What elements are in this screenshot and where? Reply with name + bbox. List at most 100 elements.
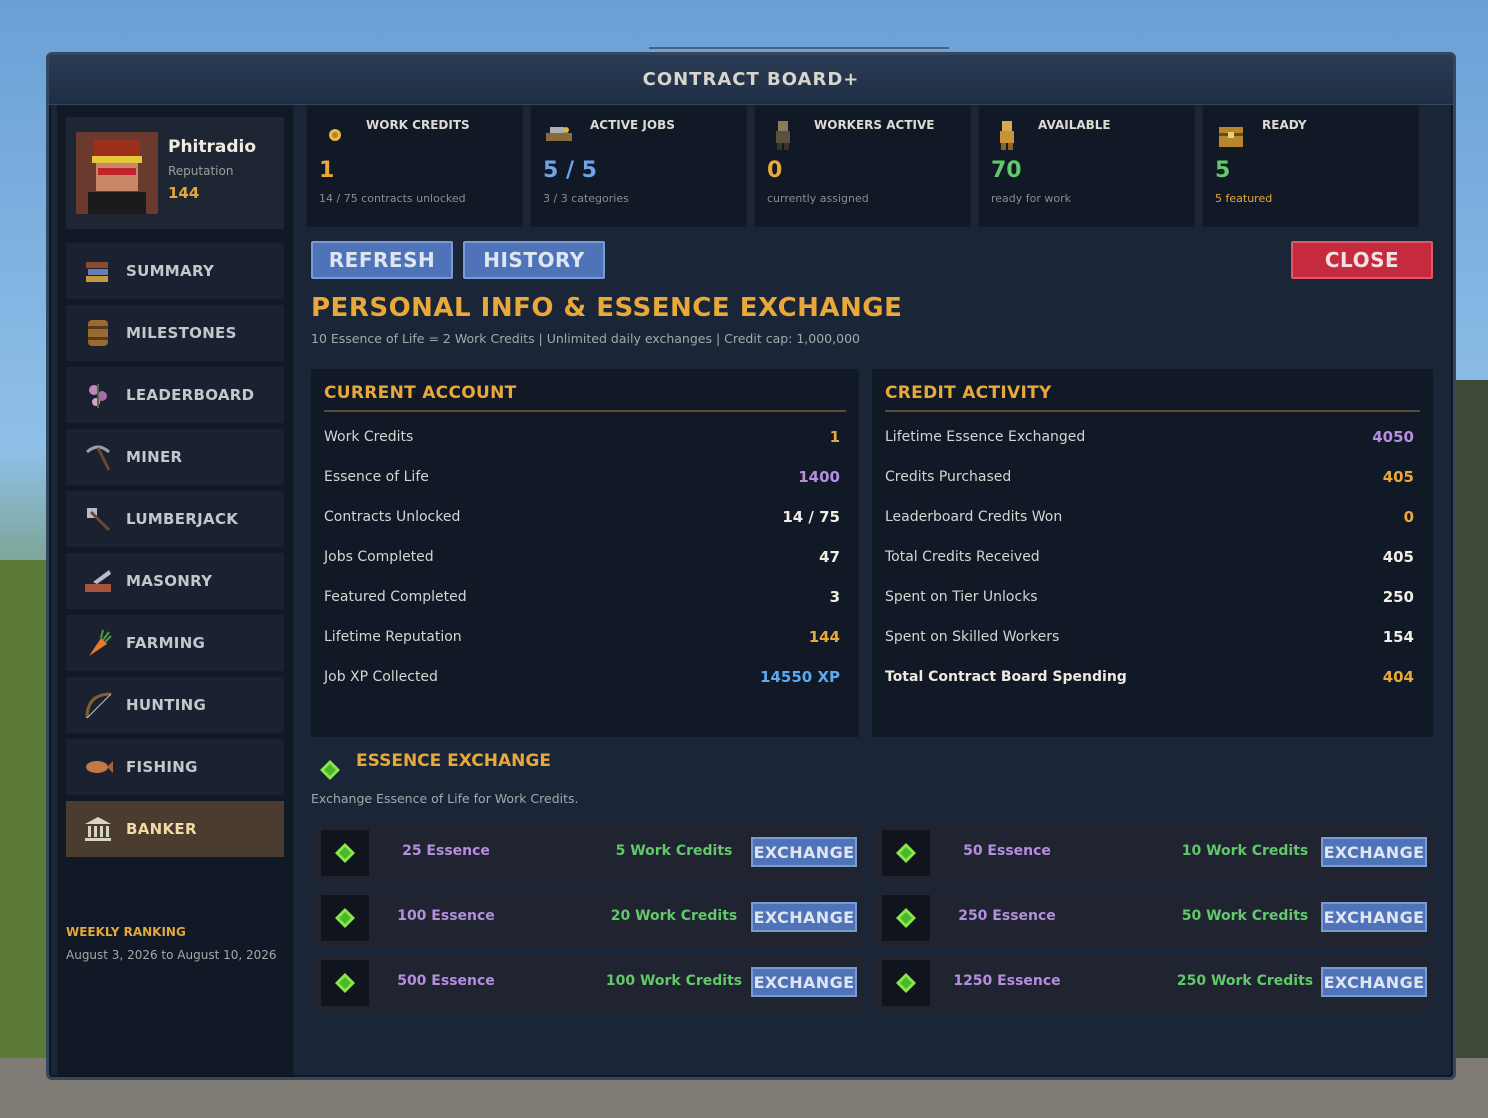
nav-item-summary[interactable]: SUMMARY — [66, 243, 284, 299]
stat-label: READY — [1262, 118, 1307, 132]
tools-icon — [543, 119, 575, 151]
row-value: 405 — [1382, 468, 1414, 486]
account-row: Lifetime Reputation 144 — [324, 626, 840, 648]
activity-row: Total Credits Received 405 — [885, 546, 1414, 568]
row-label: Essence of Life — [324, 469, 429, 485]
essence-gem-icon — [882, 960, 930, 1006]
row-value: 404 — [1382, 668, 1414, 686]
stat-subtext: ready for work — [991, 192, 1072, 205]
reputation-label: Reputation — [168, 164, 234, 178]
activity-row: Credits Purchased 405 — [885, 466, 1414, 488]
title-bar: CONTRACT BOARD+ — [49, 55, 1453, 105]
exchange-title: ESSENCE EXCHANGE — [356, 751, 551, 771]
profile-card: Phitradio Reputation 144 — [66, 117, 284, 229]
page-subtitle: 10 Essence of Life = 2 Work Credits | Un… — [311, 331, 860, 346]
stat-card-ready: READY 5 5 featured — [1203, 105, 1419, 227]
nav-item-banker[interactable]: BANKER — [66, 801, 284, 857]
worker-available-icon — [991, 119, 1023, 151]
stat-card-active-jobs: ACTIVE JOBS 5 / 5 3 / 3 categories — [531, 105, 747, 227]
flower-icon — [82, 379, 114, 411]
row-value: 154 — [1382, 628, 1414, 646]
row-value: 14550 XP — [760, 668, 840, 686]
row-value: 4050 — [1372, 428, 1414, 446]
panel-title: CURRENT ACCOUNT — [324, 383, 517, 403]
nav-item-milestones[interactable]: MILESTONES — [66, 305, 284, 361]
stat-card-work-credits: WORK CREDITS 1 14 / 75 contracts unlocke… — [307, 105, 523, 227]
exchange-button[interactable]: EXCHANGE — [1321, 902, 1427, 932]
account-row: Featured Completed 3 — [324, 586, 840, 608]
nav-item-fishing[interactable]: FISHING — [66, 739, 284, 795]
window-title: CONTRACT BOARD+ — [642, 69, 860, 90]
row-value: 47 — [819, 548, 840, 566]
close-button[interactable]: CLOSE — [1291, 241, 1433, 279]
refresh-button[interactable]: REFRESH — [311, 241, 453, 279]
row-value: 3 — [829, 588, 840, 606]
exchange-offer: 50 Essence 10 Work Credits EXCHANGE — [872, 825, 1433, 881]
stat-label: WORK CREDITS — [366, 118, 470, 132]
row-value: 144 — [808, 628, 840, 646]
stat-subtext: 14 / 75 contracts unlocked — [319, 192, 466, 205]
row-value: 14 / 75 — [782, 508, 840, 526]
essence-gem-icon — [320, 760, 340, 780]
nav-label: SUMMARY — [126, 262, 215, 280]
chest-icon — [1215, 119, 1247, 151]
coin-icon — [319, 119, 351, 151]
stat-value: 0 — [767, 158, 783, 183]
nav-item-masonry[interactable]: MASONRY — [66, 553, 284, 609]
nav-label: MINER — [126, 448, 183, 466]
essence-gem-icon — [882, 830, 930, 876]
exchange-button[interactable]: EXCHANGE — [1321, 967, 1427, 997]
nav-label: MASONRY — [126, 572, 213, 590]
row-label: Total Contract Board Spending — [885, 669, 1127, 685]
row-value: 1 — [829, 428, 840, 446]
account-row: Essence of Life 1400 — [324, 466, 840, 488]
essence-amount: 1250 Essence — [953, 973, 1061, 989]
nav-label: BANKER — [126, 820, 197, 838]
axe-icon — [82, 503, 114, 535]
stat-label: ACTIVE JOBS — [590, 118, 675, 132]
weekly-ranking-title: WEEKLY RANKING — [66, 925, 186, 939]
row-label: Spent on Skilled Workers — [885, 629, 1060, 645]
exchange-button[interactable]: EXCHANGE — [751, 837, 857, 867]
essence-amount: 250 Essence — [958, 908, 1056, 924]
credits-amount: 10 Work Credits — [1181, 843, 1309, 859]
exchange-button[interactable]: EXCHANGE — [751, 902, 857, 932]
barrel-icon — [82, 317, 114, 349]
essence-amount: 500 Essence — [397, 973, 495, 989]
current-account-panel: CURRENT ACCOUNT Work Credits 1 Essence o… — [311, 369, 859, 737]
nav-item-hunting[interactable]: HUNTING — [66, 677, 284, 733]
activity-row: Leaderboard Credits Won 0 — [885, 506, 1414, 528]
row-label: Contracts Unlocked — [324, 509, 461, 525]
credits-amount: 250 Work Credits — [1176, 973, 1314, 989]
nav-item-leaderboard[interactable]: LEADERBOARD — [66, 367, 284, 423]
stat-label: WORKERS ACTIVE — [814, 118, 935, 132]
row-label: Job XP Collected — [324, 669, 438, 685]
stat-label: AVAILABLE — [1038, 118, 1111, 132]
nav-item-lumberjack[interactable]: LUMBERJACK — [66, 491, 284, 547]
essence-amount: 50 Essence — [963, 843, 1051, 859]
account-row: Jobs Completed 47 — [324, 546, 840, 568]
essence-gem-icon — [321, 830, 369, 876]
exchange-button[interactable]: EXCHANGE — [751, 967, 857, 997]
nav-label: MILESTONES — [126, 324, 237, 342]
nav-item-miner[interactable]: MINER — [66, 429, 284, 485]
reputation-value: 144 — [168, 184, 200, 202]
divider — [885, 410, 1420, 412]
row-label: Lifetime Reputation — [324, 629, 462, 645]
contract-board-window: CONTRACT BOARD+ Phitradio Reputation 144… — [46, 47, 1456, 1080]
carrot-icon — [82, 627, 114, 659]
essence-gem-icon — [321, 895, 369, 941]
history-button[interactable]: HISTORY — [463, 241, 605, 279]
nav-item-farming[interactable]: FARMING — [66, 615, 284, 671]
fish-icon — [82, 751, 114, 783]
stat-value: 5 — [1215, 158, 1231, 183]
panel-title: CREDIT ACTIVITY — [885, 383, 1052, 403]
exchange-offer: 25 Essence 5 Work Credits EXCHANGE — [311, 825, 863, 881]
stat-subtext: currently assigned — [767, 192, 869, 205]
activity-row: Lifetime Essence Exchanged 4050 — [885, 426, 1414, 448]
trowel-icon — [82, 565, 114, 597]
credits-amount: 20 Work Credits — [610, 908, 738, 924]
stat-value: 1 — [319, 158, 335, 183]
exchange-button[interactable]: EXCHANGE — [1321, 837, 1427, 867]
avatar — [76, 132, 158, 214]
